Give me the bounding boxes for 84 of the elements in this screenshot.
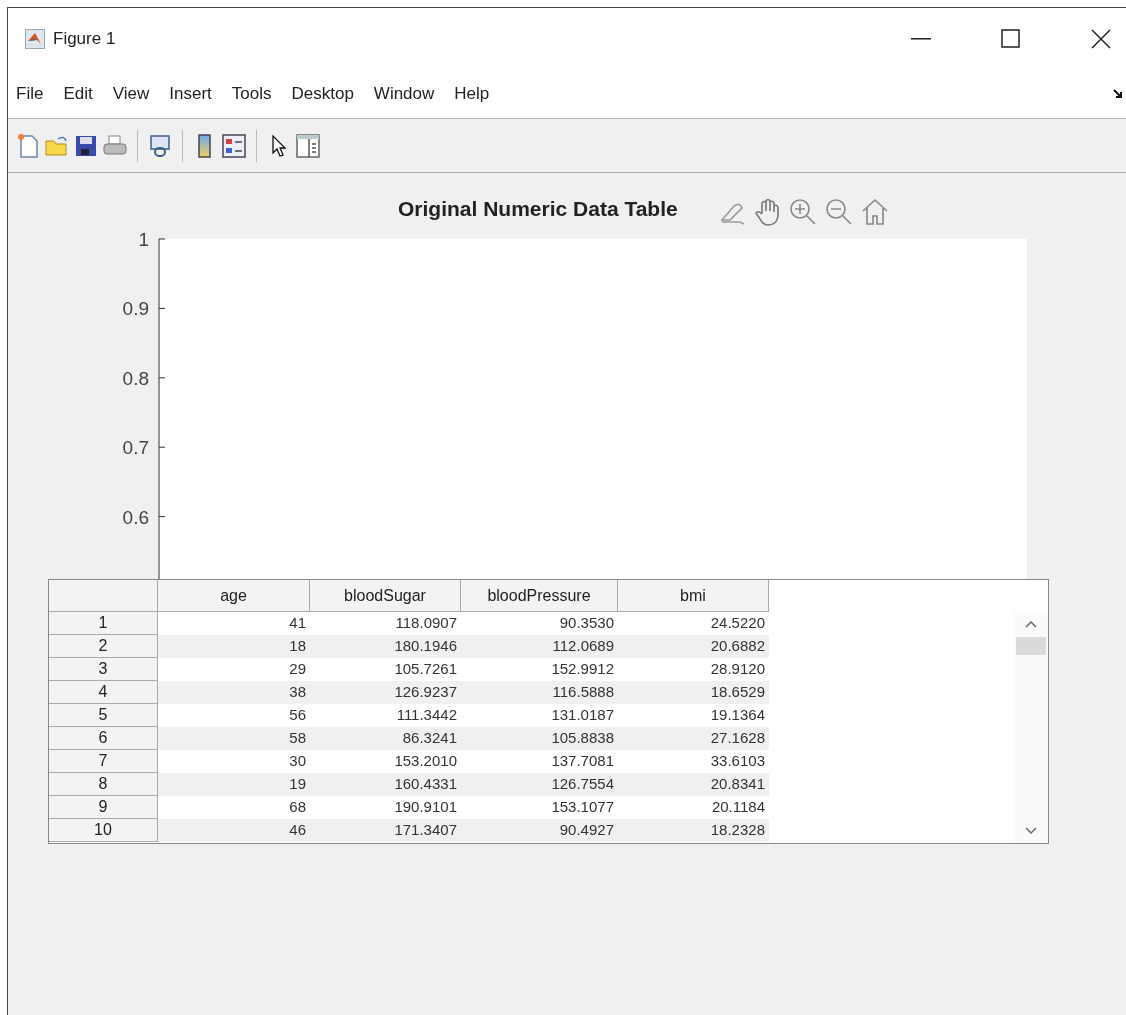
table-cell-text: 190.9101 [393, 797, 458, 818]
legend-icon[interactable] [221, 131, 247, 160]
row-header[interactable]: 2 [49, 635, 158, 658]
table-cell-text: 56 [288, 705, 307, 726]
column-header[interactable]: bmi [618, 580, 769, 612]
table-cell-text: 153.1077 [550, 797, 615, 818]
row-header[interactable]: 1 [49, 612, 158, 635]
table-cell-text: 18.2328 [709, 820, 766, 841]
scroll-thumb[interactable] [1016, 637, 1046, 655]
menu-item[interactable]: View [103, 79, 159, 109]
tick-label: 0.8 [122, 367, 149, 389]
table-cell-text: 126.7554 [550, 774, 615, 795]
hand-icon[interactable] [753, 197, 782, 227]
arrow-icon[interactable] [1113, 89, 1123, 99]
table-cell-text: 27.1628 [709, 728, 766, 749]
table-cell-text: 30 [288, 751, 307, 772]
table-cell-text: 126.9237 [393, 682, 458, 703]
table-cell-text: 33.6103 [709, 751, 766, 772]
row-header[interactable]: 7 [49, 750, 158, 773]
table-cell-text: 38 [288, 682, 307, 703]
column-header[interactable]: age [158, 580, 310, 612]
scrollbar[interactable] [1014, 612, 1048, 843]
table-cell-text: 86.3241 [401, 728, 458, 749]
scroll-down-icon[interactable] [1025, 827, 1037, 835]
table-cell-text: 111.3442 [395, 705, 458, 726]
row-header[interactable]: 8 [49, 773, 158, 796]
table-cell-text: 160.4331 [393, 774, 458, 795]
table-cell-text: 112.0689 [551, 636, 615, 657]
table-cell-text: 68 [288, 797, 307, 818]
row-header[interactable]: 5 [49, 704, 158, 727]
tick-label: 0.7 [122, 437, 149, 459]
app-logo-icon [25, 29, 45, 49]
table-cell-text: 19.1364 [709, 705, 766, 726]
menu-item[interactable]: Help [445, 79, 499, 109]
new-file-icon[interactable] [15, 131, 41, 160]
row-header[interactable]: 3 [49, 658, 158, 681]
table-cell-text: 28.9120 [709, 659, 766, 680]
table-cell-text: 152.9912 [550, 659, 615, 680]
table-cell-text: 20.6882 [709, 636, 766, 657]
table-cell-text: 41 [288, 613, 307, 634]
tick-label: 0.6 [122, 506, 149, 528]
menu-item[interactable]: Desktop [282, 79, 363, 109]
column-header[interactable]: bloodPressure [461, 580, 618, 612]
minimize-icon[interactable] [911, 38, 931, 40]
table-cell-text: 29 [288, 659, 307, 680]
window-title: Figure 1 [53, 28, 116, 51]
menu-item[interactable]: Window [364, 79, 444, 109]
menu-item[interactable]: Edit [54, 79, 102, 109]
table-cell-text: 137.7081 [550, 751, 615, 772]
panel-icon[interactable] [295, 131, 321, 160]
tick-label: 1 [138, 231, 149, 250]
table-cell-text: 19 [288, 774, 307, 795]
menu-item[interactable]: Tools [222, 79, 281, 109]
table-cell-text: 18 [288, 636, 307, 657]
row-header[interactable]: 6 [49, 727, 158, 750]
table-cell-text: 171.3407 [393, 820, 458, 841]
table-cell-text: 118.0907 [394, 613, 458, 634]
menu-item[interactable]: File [7, 79, 53, 109]
table-cell-text: 90.4927 [558, 820, 615, 841]
row-header[interactable]: 4 [49, 681, 158, 704]
close-icon[interactable] [1090, 28, 1112, 50]
table-cell-text: 131.0187 [550, 705, 615, 726]
table-cell-text: 116.5888 [551, 682, 615, 703]
menu-item[interactable]: Insert [160, 79, 221, 109]
zoom-out-icon[interactable] [823, 197, 854, 227]
table-cell-text: 20.8341 [709, 774, 766, 795]
maximize-icon[interactable] [1001, 29, 1021, 49]
table-cell-text: 58 [288, 728, 307, 749]
table-cell-text: 20.1184 [710, 797, 766, 818]
table-cell-text: 46 [288, 820, 307, 841]
table-cell-text: 105.8838 [550, 728, 615, 749]
row-header[interactable]: 9 [49, 796, 158, 819]
table-cell-text: 153.2010 [393, 751, 458, 772]
chart-title: Original Numeric Data Table [398, 195, 678, 222]
table-cell-text: 90.3530 [558, 613, 615, 634]
row-header[interactable]: 10 [49, 819, 158, 842]
tick-label: 0.9 [122, 298, 149, 320]
table-cell-text: 180.1946 [393, 636, 458, 657]
scroll-up-icon[interactable] [1025, 620, 1037, 628]
zoom-in-icon[interactable] [787, 197, 818, 227]
table-cell-text: 24.5220 [709, 613, 766, 634]
table-cell-text: 105.7261 [393, 659, 458, 680]
table-cell-text: 18.6529 [709, 682, 766, 703]
column-header[interactable]: bloodSugar [310, 580, 461, 612]
